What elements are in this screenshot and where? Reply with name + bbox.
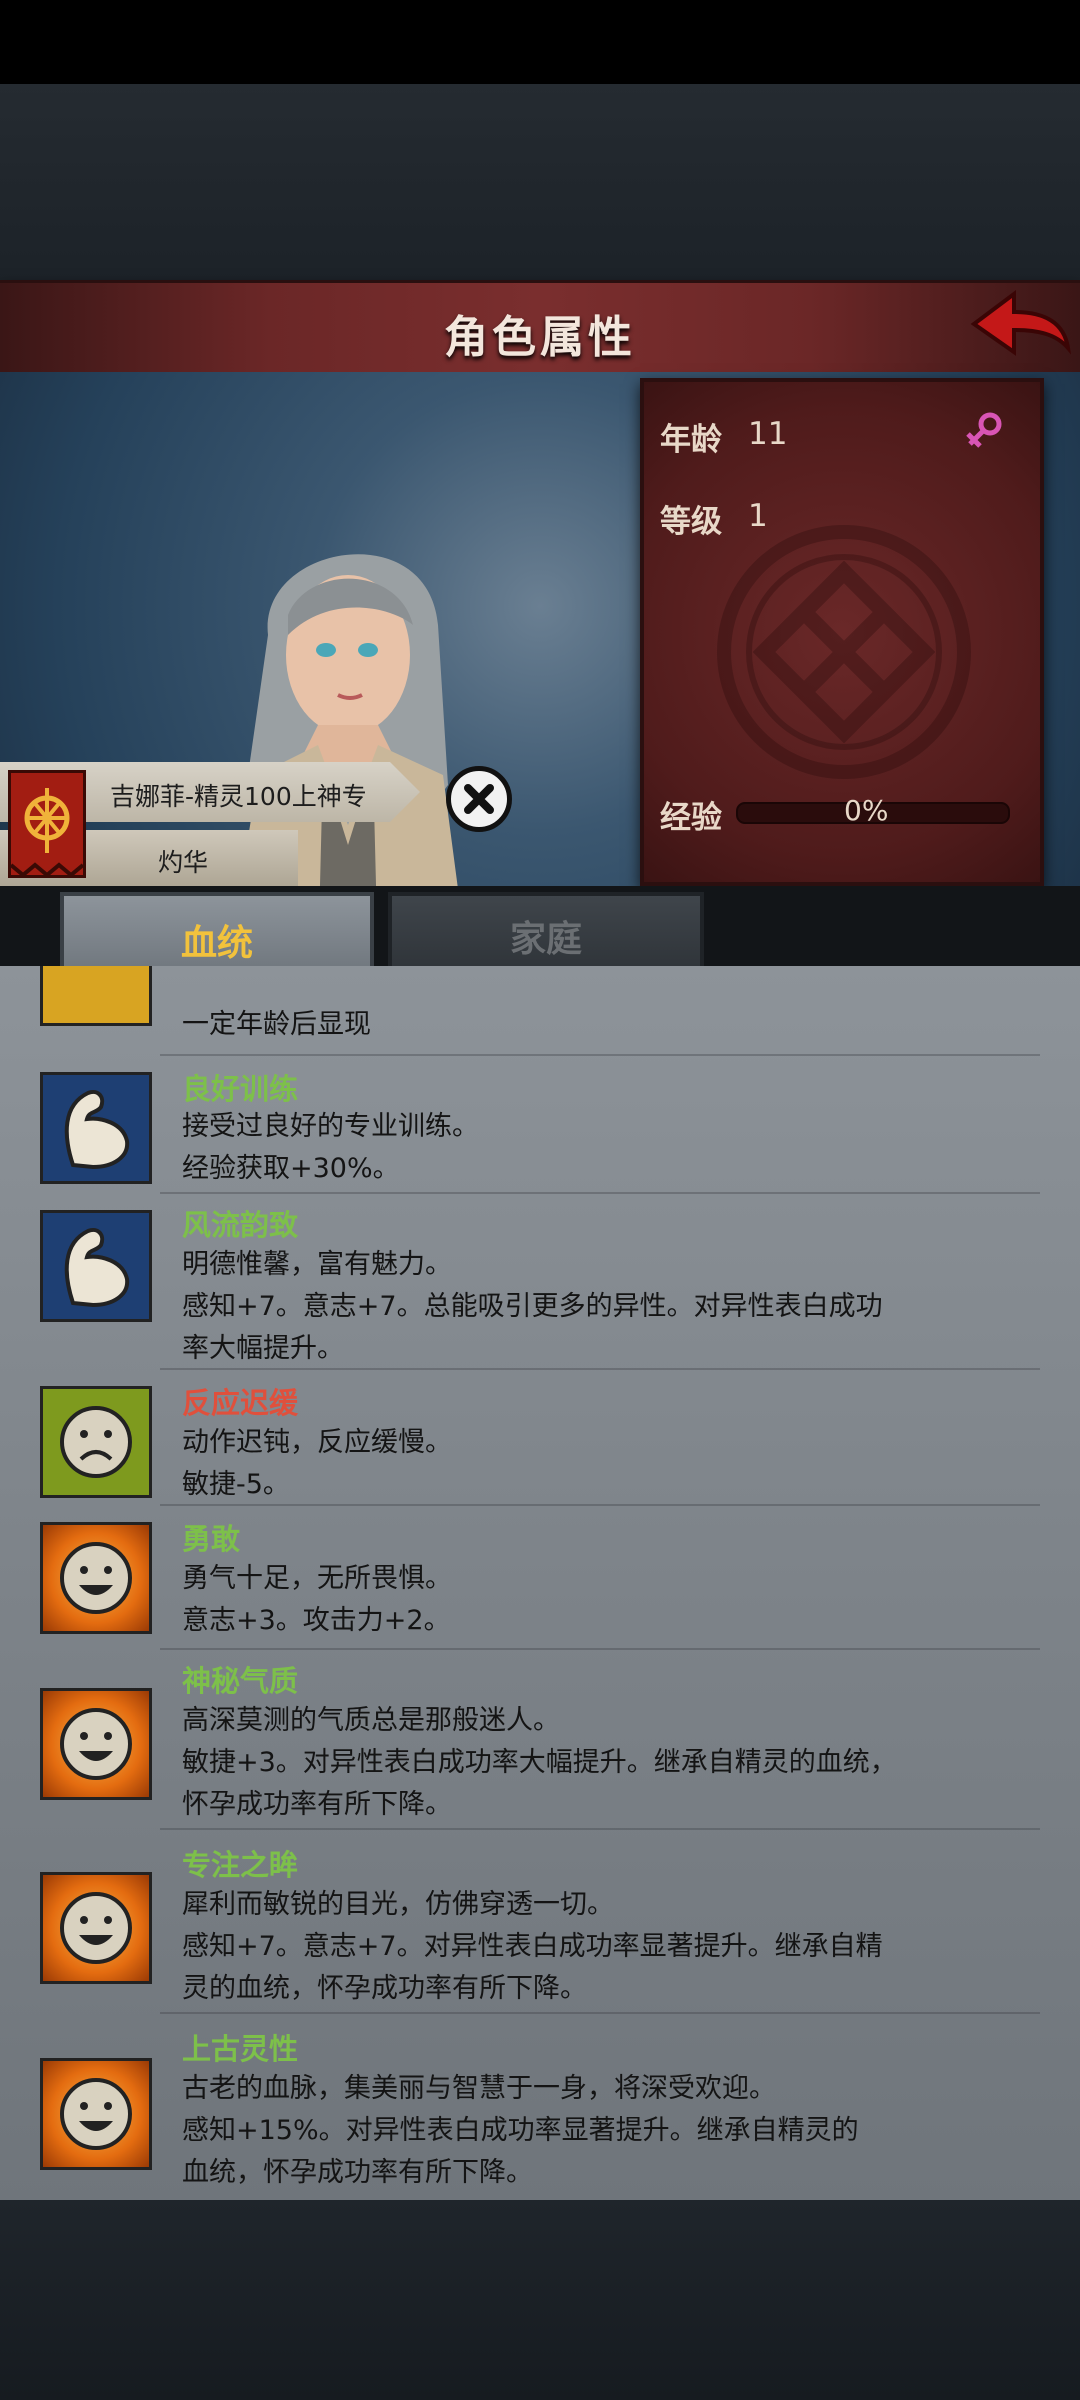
sad-face-icon — [40, 1386, 152, 1498]
character-name: 吉娜菲-精灵100上神专 — [110, 782, 367, 811]
lock-icon — [40, 966, 152, 1026]
trait-line: 一定年龄后显现 — [182, 1009, 371, 1040]
trait-line: 血统，怀孕成功率有所下降。 — [182, 2157, 533, 2188]
level-label: 等级 — [660, 504, 722, 540]
trait-name: 专注之眸 — [182, 1848, 299, 1882]
female-symbol-icon — [966, 412, 1002, 448]
trait-line: 感知+15%。对异性表白成功率显著提升。继承自精灵的 — [182, 2115, 859, 2146]
happy-face-icon — [40, 1688, 152, 1800]
trait-line: 感知+7。意志+7。总能吸引更多的异性。对异性表白成功 — [182, 1291, 883, 1322]
trait-line: 感知+7。意志+7。对异性表白成功率显著提升。继承自精 — [182, 1931, 883, 1962]
trait-line: 古老的血脉，集美丽与智慧于一身，将深受欢迎。 — [182, 2073, 776, 2104]
trait-line: 怀孕成功率有所下降。 — [182, 1789, 452, 1820]
arm-icon — [40, 1210, 152, 1322]
trait-name: 上古灵性 — [182, 2032, 299, 2066]
tab-family-label: 家庭 — [509, 919, 582, 960]
back-button[interactable] — [968, 286, 1072, 366]
divider — [160, 1828, 1040, 1830]
divider — [160, 1648, 1040, 1650]
trait-name: 风流韵致 — [182, 1208, 299, 1242]
close-icon — [464, 784, 494, 814]
celtic-knot-emblem — [717, 525, 971, 779]
age-label: 年龄 — [660, 422, 722, 458]
happy-face-icon — [40, 2058, 152, 2170]
trait-line: 灵的血统，怀孕成功率有所下降。 — [182, 1973, 587, 2004]
divider — [160, 2012, 1040, 2014]
divider — [160, 1504, 1040, 1506]
trait-line: 经验获取+30%。 — [182, 1153, 400, 1184]
trait-name: 良好训练 — [182, 1072, 299, 1106]
character-title: 灼华 — [158, 848, 209, 877]
trait-line: 敏捷+3。对异性表白成功率大幅提升。继承自精灵的血统， — [182, 1747, 897, 1778]
tab-bloodline-label: 血统 — [180, 923, 253, 964]
divider — [160, 1368, 1040, 1370]
bottom-background — [0, 2200, 1080, 2400]
clan-banner-icon — [8, 770, 86, 878]
divider — [160, 1054, 1040, 1056]
back-arrow-icon — [970, 290, 1072, 356]
trait-line: 敏捷-5。 — [182, 1469, 290, 1500]
arm-icon — [40, 1072, 152, 1184]
trait-line: 动作迟钝，反应缓慢。 — [182, 1427, 452, 1458]
trait-line: 勇气十足，无所畏惧。 — [182, 1563, 452, 1594]
header-banner: 角色属性 — [0, 280, 1080, 378]
trait-list[interactable]: 一定年龄后显现 良好训练 接受过良好的专业训练。 经验获取+30%。 风流韵致 … — [0, 966, 1080, 2202]
page-title: 角色属性 — [444, 312, 636, 363]
age-value: 11 — [748, 416, 788, 452]
level-value: 1 — [748, 498, 768, 534]
trait-line: 率大幅提升。 — [182, 1333, 344, 1364]
trait-line: 明德惟馨，富有魅力。 — [182, 1249, 452, 1280]
divider — [160, 1192, 1040, 1194]
exp-label: 经验 — [660, 800, 722, 836]
close-button[interactable] — [446, 766, 512, 832]
trait-name: 反应迟缓 — [182, 1386, 299, 1420]
tab-family[interactable]: 家庭 — [388, 892, 704, 970]
stats-panel: 年龄 11 等级 1 经验 0% — [640, 378, 1044, 886]
trait-line: 犀利而敏锐的目光，仿佛穿透一切。 — [182, 1889, 614, 1920]
trait-line: 高深莫测的气质总是那般迷人。 — [182, 1705, 560, 1736]
status-bar — [0, 0, 1080, 84]
happy-face-icon — [40, 1872, 152, 1984]
trait-line: 接受过良好的专业训练。 — [182, 1111, 479, 1142]
trait-name: 神秘气质 — [182, 1664, 299, 1698]
exp-value: 0% — [844, 794, 889, 827]
trait-name: 勇敢 — [182, 1522, 241, 1556]
top-background — [0, 84, 1080, 284]
happy-face-icon — [40, 1522, 152, 1634]
trait-line: 意志+3。攻击力+2。 — [182, 1605, 451, 1636]
